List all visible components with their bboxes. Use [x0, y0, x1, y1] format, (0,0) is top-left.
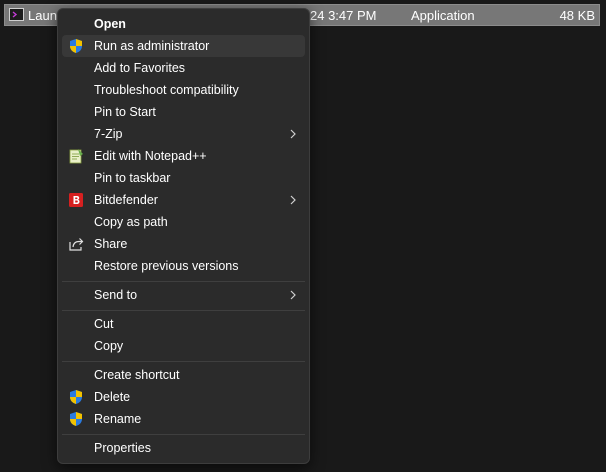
- context-menu: Open Run as administrator Add to Favorit…: [57, 8, 310, 464]
- menu-item-copy[interactable]: Copy: [62, 335, 305, 357]
- menu-item-label: Create shortcut: [94, 368, 180, 382]
- menu-item-label: Copy as path: [94, 215, 168, 229]
- uac-shield-icon: [68, 38, 84, 54]
- menu-item-label: Send to: [94, 288, 138, 302]
- chevron-right-icon: [289, 194, 297, 206]
- file-type: Application: [411, 8, 475, 23]
- menu-item-label: Share: [94, 237, 128, 251]
- menu-item-label: Delete: [94, 390, 131, 404]
- menu-item-label: Cut: [94, 317, 114, 331]
- menu-item-cut[interactable]: Cut: [62, 313, 305, 335]
- menu-separator: [62, 361, 305, 362]
- menu-item-bitdefender[interactable]: Bitdefender: [62, 189, 305, 211]
- menu-item-add-to-favorites[interactable]: Add to Favorites: [62, 57, 305, 79]
- menu-item-open[interactable]: Open: [62, 13, 305, 35]
- application-icon: [9, 8, 24, 21]
- menu-item-7zip[interactable]: 7-Zip: [62, 123, 305, 145]
- menu-item-label: 7-Zip: [94, 127, 123, 141]
- uac-shield-icon: [68, 389, 84, 405]
- menu-separator: [62, 310, 305, 311]
- menu-item-label: Properties: [94, 441, 151, 455]
- file-date-modified: 24 3:47 PM: [310, 8, 377, 23]
- uac-shield-icon: [68, 411, 84, 427]
- menu-item-label: Copy: [94, 339, 124, 353]
- menu-item-copy-as-path[interactable]: Copy as path: [62, 211, 305, 233]
- menu-item-restore-previous-versions[interactable]: Restore previous versions: [62, 255, 305, 277]
- menu-item-label: Run as administrator: [94, 39, 210, 53]
- menu-separator: [62, 281, 305, 282]
- bitdefender-icon: [68, 192, 84, 208]
- menu-item-share[interactable]: Share: [62, 233, 305, 255]
- menu-item-label: Pin to Start: [94, 105, 156, 119]
- menu-item-pin-to-start[interactable]: Pin to Start: [62, 101, 305, 123]
- menu-item-send-to[interactable]: Send to: [62, 284, 305, 306]
- menu-item-pin-to-taskbar[interactable]: Pin to taskbar: [62, 167, 305, 189]
- menu-item-label: Bitdefender: [94, 193, 158, 207]
- menu-item-label: Rename: [94, 412, 142, 426]
- notepadpp-icon: [68, 148, 84, 164]
- menu-item-label: Restore previous versions: [94, 259, 239, 273]
- chevron-right-icon: [289, 128, 297, 140]
- menu-separator: [62, 434, 305, 435]
- menu-item-run-as-administrator[interactable]: Run as administrator: [62, 35, 305, 57]
- menu-item-label: Open: [94, 17, 126, 31]
- file-size: 48 KB: [559, 8, 595, 23]
- menu-item-rename[interactable]: Rename: [62, 408, 305, 430]
- chevron-right-icon: [289, 289, 297, 301]
- menu-item-edit-with-notepadpp[interactable]: Edit with Notepad++: [62, 145, 305, 167]
- menu-item-create-shortcut[interactable]: Create shortcut: [62, 364, 305, 386]
- menu-item-properties[interactable]: Properties: [62, 437, 305, 459]
- menu-item-label: Pin to taskbar: [94, 171, 171, 185]
- menu-item-troubleshoot-compatibility[interactable]: Troubleshoot compatibility: [62, 79, 305, 101]
- share-icon: [68, 236, 84, 252]
- menu-item-label: Add to Favorites: [94, 61, 186, 75]
- menu-item-delete[interactable]: Delete: [62, 386, 305, 408]
- menu-item-label: Edit with Notepad++: [94, 149, 207, 163]
- menu-item-label: Troubleshoot compatibility: [94, 83, 239, 97]
